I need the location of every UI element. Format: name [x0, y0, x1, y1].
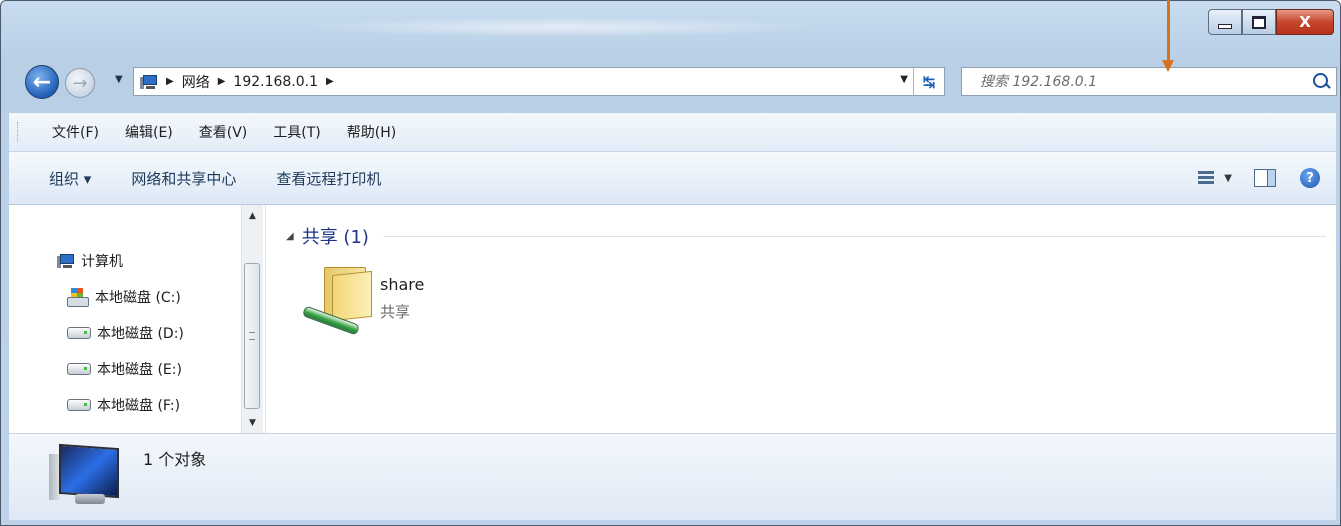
back-arrow-icon: ←	[32, 69, 52, 95]
network-sharing-center-button[interactable]: 网络和共享中心	[131, 168, 236, 189]
nav-item-drive-c[interactable]: 本地磁盘 (C:)	[67, 287, 181, 307]
menu-help[interactable]: 帮助(H)	[347, 122, 396, 142]
view-remote-printers-button[interactable]: 查看远程打印机	[276, 168, 381, 189]
nav-item-drive-f[interactable]: 本地磁盘 (F:)	[67, 395, 180, 415]
organize-button[interactable]: 组织 ▾	[49, 168, 91, 189]
maximize-button[interactable]	[1242, 9, 1276, 35]
navigation-pane: 计算机 本地磁盘 (C:) 本地磁盘 (D:) 本地磁盘 (E:) 本地磁盘 (…	[9, 205, 266, 433]
title-bar: X	[1, 1, 1340, 59]
nav-scrollbar[interactable]: ▲ ▼	[241, 205, 263, 433]
shared-folder-icon	[301, 261, 372, 343]
system-drive-icon	[67, 288, 89, 307]
history-dropdown-icon[interactable]: ▼	[115, 74, 123, 85]
breadcrumb-separator[interactable]: ▶	[218, 76, 226, 87]
search-icon[interactable]	[1313, 73, 1328, 88]
collapse-caret-icon[interactable]: ◢	[286, 231, 294, 242]
search-input[interactable]	[978, 72, 1282, 91]
menu-tools[interactable]: 工具(T)	[273, 122, 320, 142]
back-button[interactable]: ←	[25, 65, 59, 99]
nav-item-label: 本地磁盘 (D:)	[97, 326, 184, 342]
shared-folder-type: 共享	[380, 303, 411, 321]
monitor-icon	[49, 443, 121, 508]
shared-folder-name: share	[380, 275, 425, 294]
nav-item-label: 本地磁盘 (C:)	[95, 290, 181, 306]
change-view-icon[interactable]	[1198, 170, 1215, 186]
details-pane: 1 个对象	[9, 433, 1336, 520]
command-bar: 组织 ▾ 网络和共享中心 查看远程打印机 ▼ ?	[9, 152, 1336, 205]
scroll-up-icon[interactable]: ▲	[242, 207, 263, 224]
menu-grip	[17, 122, 22, 142]
breadcrumb-separator[interactable]: ▶	[326, 76, 334, 87]
nav-item-computer[interactable]: 计算机	[51, 251, 123, 271]
computer-icon	[57, 254, 75, 268]
address-dropdown-icon[interactable]: ▼	[900, 74, 908, 85]
breadcrumb-separator[interactable]: ▶	[166, 76, 174, 87]
scroll-thumb[interactable]	[244, 263, 260, 409]
nav-item-drive-d[interactable]: 本地磁盘 (D:)	[67, 323, 184, 343]
view-options-dropdown-icon[interactable]: ▼	[1224, 173, 1232, 184]
menu-file[interactable]: 文件(F)	[52, 122, 99, 142]
blurred-window-title	[301, 17, 821, 37]
explorer-window: X ← → ▼ ▶ 网络 ▶ 192.168.0.1 ▶ ▼ ↹ 文件(F) 编…	[0, 0, 1341, 526]
hard-drive-icon	[67, 327, 91, 339]
annotation-arrow-head	[1162, 60, 1174, 72]
caption-buttons: X	[1208, 9, 1334, 35]
computer-icon	[140, 74, 158, 89]
menu-bar: 文件(F) 编辑(E) 查看(V) 工具(T) 帮助(H)	[9, 113, 1336, 152]
help-icon[interactable]: ?	[1300, 168, 1320, 188]
address-bar[interactable]: ▶ 网络 ▶ 192.168.0.1 ▶ ▼ ↹	[133, 67, 945, 96]
group-header[interactable]: ◢ 共享 (1)	[286, 223, 1326, 249]
address-row: ← → ▼ ▶ 网络 ▶ 192.168.0.1 ▶ ▼ ↹	[1, 59, 1340, 103]
content-pane: ◢ 共享 (1) share 共享	[266, 205, 1336, 433]
minimize-button[interactable]	[1208, 9, 1242, 35]
object-count: 1 个对象	[143, 450, 207, 469]
breadcrumb-network[interactable]: 网络	[182, 72, 210, 92]
menu-edit[interactable]: 编辑(E)	[125, 122, 173, 142]
maximize-icon	[1252, 15, 1266, 29]
refresh-icon[interactable]: ↹	[913, 67, 944, 96]
nav-item-label: 计算机	[81, 254, 123, 270]
search-box	[961, 67, 1337, 96]
breadcrumb-host[interactable]: 192.168.0.1	[233, 74, 318, 90]
menu-view[interactable]: 查看(V)	[199, 122, 248, 142]
close-button[interactable]: X	[1276, 9, 1334, 35]
group-divider	[382, 235, 1326, 237]
preview-pane-icon[interactable]	[1254, 169, 1276, 187]
forward-button[interactable]: →	[65, 68, 95, 98]
nav-item-label: 本地磁盘 (F:)	[97, 398, 181, 414]
nav-item-drive-e[interactable]: 本地磁盘 (E:)	[67, 359, 182, 379]
minimize-icon	[1218, 23, 1232, 29]
shared-folder-item[interactable]: share 共享	[296, 261, 496, 345]
forward-arrow-icon: →	[72, 72, 88, 94]
scroll-down-icon[interactable]: ▼	[242, 414, 263, 431]
hard-drive-icon	[67, 363, 91, 375]
nav-item-label: 本地磁盘 (E:)	[97, 362, 182, 378]
annotation-arrow	[1167, 0, 1170, 62]
group-label: 共享 (1)	[301, 227, 369, 248]
command-bar-right: ▼ ?	[1198, 152, 1336, 204]
hard-drive-icon	[67, 399, 91, 411]
